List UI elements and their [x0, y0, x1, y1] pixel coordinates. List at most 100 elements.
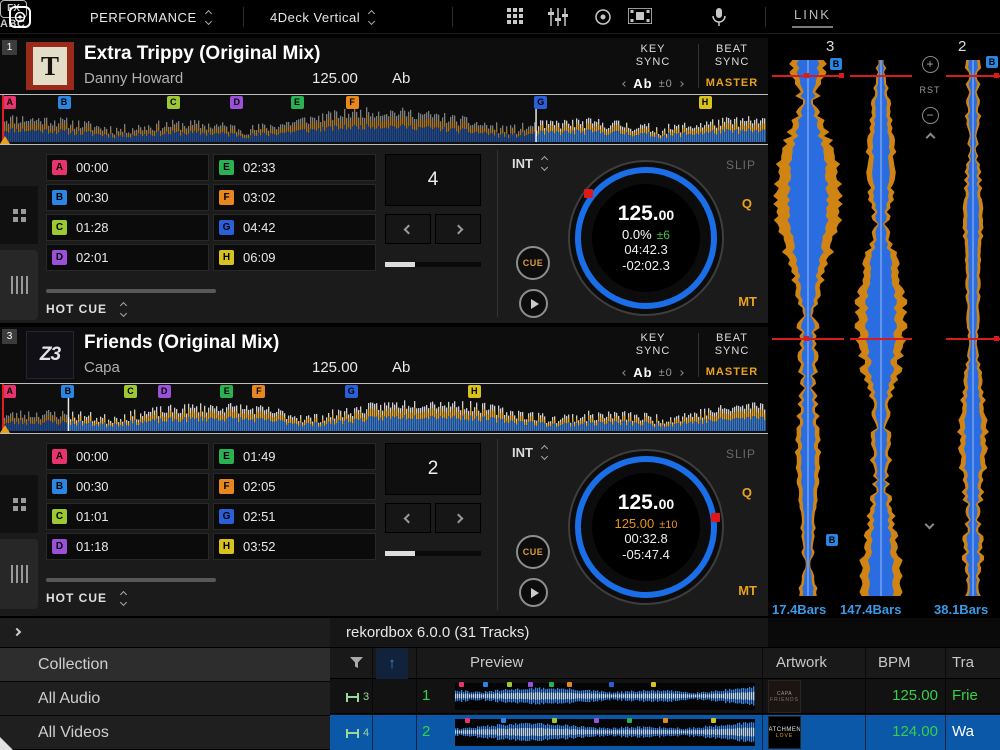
source-select[interactable]: INT — [512, 156, 547, 171]
filter-icon[interactable] — [350, 657, 363, 669]
column-header-preview[interactable]: Preview — [470, 654, 523, 671]
key-sync-control[interactable]: KEY SYNC Ab±0 — [610, 43, 696, 91]
table-header: ↑ Preview Artwork BPM Tra — [330, 648, 1000, 679]
track-row-selected[interactable]: 4 2 CATCHMENTLOVE 124.00 Wa — [330, 715, 1000, 750]
deck-4-vertical-waveform[interactable] — [850, 60, 912, 596]
link-button[interactable]: LINK — [792, 7, 833, 28]
hot-cue-b-button[interactable]: B00:30 — [46, 473, 209, 500]
mic-panel-button[interactable] — [712, 8, 726, 32]
beat-jump-forward-button[interactable] — [435, 503, 481, 533]
quantize-indicator[interactable]: Q — [742, 485, 752, 500]
hot-cue-a-button[interactable]: A00:00 — [46, 154, 209, 181]
pad-view-button[interactable] — [0, 186, 38, 244]
quantize-indicator[interactable]: Q — [742, 196, 752, 211]
beat-jump-slider[interactable] — [385, 551, 481, 556]
hot-cue-d-button[interactable]: D01:18 — [46, 533, 209, 560]
pad-grid-button[interactable] — [507, 8, 525, 30]
hot-cue-h-button[interactable]: H06:09 — [213, 244, 376, 271]
wave-view-button[interactable] — [0, 250, 38, 320]
deck-2-vertical-waveform[interactable] — [946, 60, 1000, 596]
recording-panel-button[interactable] — [594, 8, 612, 31]
beat-sync-control[interactable]: BEAT SYNC MASTER — [700, 332, 764, 378]
pad-view-button[interactable] — [0, 475, 38, 533]
pad-mode-select[interactable]: HOT CUE — [46, 591, 126, 605]
hot-cue-g-button[interactable]: G04:42 — [213, 214, 376, 241]
hot-cue-scrollbar[interactable] — [46, 578, 216, 582]
zoom-in-button[interactable]: + — [922, 56, 939, 73]
resize-corner-handle[interactable] — [0, 737, 13, 750]
hot-cue-f-button[interactable]: F02:05 — [213, 473, 376, 500]
elapsed-time: 04:42.3 — [624, 242, 667, 258]
pad-mode-select[interactable]: HOT CUE — [46, 302, 126, 316]
slider-thumb[interactable] — [385, 551, 415, 556]
hot-cue-f-button[interactable]: F03:02 — [213, 184, 376, 211]
key-sync-control[interactable]: KEY SYNC Ab±0 — [610, 332, 696, 380]
master-tempo-indicator[interactable]: MT — [738, 583, 757, 598]
beat-jump-slider[interactable] — [385, 262, 481, 267]
cue-button[interactable]: CUE — [516, 246, 550, 280]
reset-zoom-button[interactable]: RST — [916, 85, 944, 95]
source-select[interactable]: INT — [512, 445, 547, 460]
beat-jump-forward-button[interactable] — [435, 214, 481, 244]
cue-badge: F — [219, 479, 234, 494]
play-button[interactable] — [519, 289, 548, 318]
hot-cue-scrollbar[interactable] — [46, 289, 216, 293]
key-shift-up-icon[interactable] — [678, 370, 684, 376]
column-header-track[interactable]: Tra — [952, 654, 974, 671]
wave-view-button[interactable] — [0, 539, 38, 609]
deck-3-track-waveform[interactable]: ABCDEFGH — [0, 383, 768, 434]
slip-indicator[interactable]: SLIP — [726, 158, 756, 172]
chevron-right-icon — [453, 224, 463, 234]
cue-button[interactable]: CUE — [516, 535, 550, 569]
key-shift-down-icon[interactable] — [622, 370, 628, 376]
beat-jump-back-button[interactable] — [385, 503, 431, 533]
hot-cue-h-button[interactable]: H03:52 — [213, 533, 376, 560]
bars-count: 17.4Bars — [772, 602, 826, 617]
remaining-time: -05:47.4 — [622, 547, 670, 563]
sort-arrow-icon: ↑ — [388, 655, 396, 672]
sidebar-collapse-button[interactable] — [0, 618, 330, 648]
jog-wheel[interactable]: 125.00 0.0%±6 04:42.3 -02:02.3 — [568, 160, 724, 316]
beat-jump-back-button[interactable] — [385, 214, 431, 244]
beat-sync-control[interactable]: BEAT SYNC MASTER — [700, 43, 764, 89]
performance-mode-label: PERFORMANCE — [90, 10, 197, 25]
track-preview-waveform[interactable] — [455, 719, 755, 746]
jog-wheel[interactable]: 125.00 125.00±10 00:32.8 -05:47.4 — [568, 449, 724, 605]
cue-badge: B — [52, 190, 67, 205]
hot-cue-d-button[interactable]: D02:01 — [46, 244, 209, 271]
sidebar-item-all-audio[interactable]: All Audio — [0, 682, 330, 716]
sidebar-item-all-videos[interactable]: All Videos — [0, 716, 330, 750]
layout-select[interactable]: 4Deck Vertical — [270, 0, 374, 34]
chevron-down-icon[interactable] — [925, 520, 935, 530]
hot-cue-g-button[interactable]: G02:51 — [213, 503, 376, 530]
deck-3-vertical-waveform[interactable] — [772, 60, 844, 596]
slider-thumb[interactable] — [385, 262, 415, 267]
track-row[interactable]: 3 1 CAPAFRIENDS 125.00 Frie — [330, 679, 1000, 714]
play-button[interactable] — [519, 578, 548, 607]
rekordbox-logo-icon[interactable] — [8, 5, 32, 29]
slip-indicator[interactable]: SLIP — [726, 447, 756, 461]
key-shift-down-icon[interactable] — [622, 81, 628, 87]
sidebar-item-collection[interactable]: Collection — [0, 648, 330, 682]
track-preview-waveform[interactable] — [455, 683, 755, 710]
column-header-artwork[interactable]: Artwork — [776, 654, 827, 671]
hot-cue-c-button[interactable]: C01:01 — [46, 503, 209, 530]
deck-1-track-waveform[interactable]: ABCDEFGH — [0, 94, 768, 145]
zoom-out-button[interactable]: − — [922, 107, 939, 124]
cue-time: 02:33 — [243, 160, 276, 175]
key-shift-up-icon[interactable] — [678, 81, 684, 87]
mixer-panel-button[interactable] — [547, 8, 569, 31]
sort-column-header[interactable]: ↑ — [376, 648, 408, 679]
performance-mode-select[interactable]: PERFORMANCE — [90, 0, 211, 34]
hot-cue-b-button[interactable]: B00:30 — [46, 184, 209, 211]
chevron-up-icon[interactable] — [925, 133, 935, 143]
video-panel-button[interactable] — [628, 8, 652, 29]
waveform-graphic — [946, 60, 1000, 596]
waveform-graphic — [772, 60, 844, 596]
hot-cue-c-button[interactable]: C01:28 — [46, 214, 209, 241]
hot-cue-e-button[interactable]: E01:49 — [213, 443, 376, 470]
master-tempo-indicator[interactable]: MT — [738, 294, 757, 309]
hot-cue-e-button[interactable]: E02:33 — [213, 154, 376, 181]
hot-cue-a-button[interactable]: A00:00 — [46, 443, 209, 470]
column-header-bpm[interactable]: BPM — [878, 654, 911, 671]
